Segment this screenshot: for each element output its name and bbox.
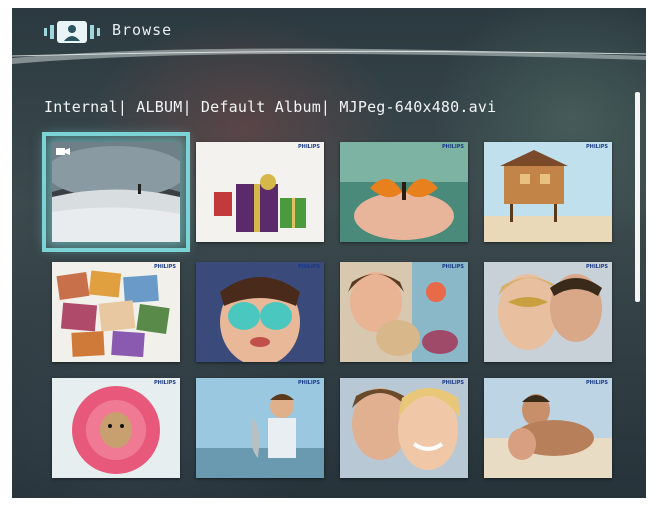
thumb-boy-fish[interactable]: PHILIPS bbox=[196, 378, 324, 478]
thumb-masquerade-couple[interactable]: PHILIPS bbox=[484, 262, 612, 362]
brand-label: PHILIPS bbox=[441, 264, 464, 270]
thumb-collage[interactable]: PHILIPS bbox=[52, 262, 180, 362]
brand-label: PHILIPS bbox=[153, 380, 176, 386]
header-title: Browse bbox=[112, 21, 173, 39]
thumb-butterfly-hand[interactable]: PHILIPS bbox=[340, 142, 468, 242]
thumb-smiling-couple[interactable]: PHILIPS bbox=[340, 378, 468, 478]
brand-label: PHILIPS bbox=[441, 380, 464, 386]
header-divider bbox=[12, 48, 646, 64]
thumb-snow-video[interactable] bbox=[42, 132, 190, 252]
thumb-beach-couple[interactable]: PHILIPS bbox=[484, 378, 612, 478]
video-icon bbox=[56, 148, 70, 155]
browse-screen: Browse Internal| ALBUM| Default Album| M… bbox=[12, 8, 646, 498]
scrollbar[interactable] bbox=[635, 92, 640, 302]
breadcrumb: Internal| ALBUM| Default Album| MJPeg-64… bbox=[44, 98, 497, 116]
thumb-woman-dog[interactable]: PHILIPS bbox=[340, 262, 468, 362]
brand-label: PHILIPS bbox=[297, 264, 320, 270]
brand-label: PHILIPS bbox=[585, 144, 608, 150]
thumb-gift[interactable]: PHILIPS bbox=[196, 142, 324, 242]
thumb-beach-house[interactable]: PHILIPS bbox=[484, 142, 612, 242]
thumb-child-paint[interactable]: PHILIPS bbox=[196, 262, 324, 362]
brand-label: PHILIPS bbox=[153, 264, 176, 270]
brand-label: PHILIPS bbox=[441, 144, 464, 150]
brand-label: PHILIPS bbox=[297, 380, 320, 386]
brand-label: PHILIPS bbox=[297, 144, 320, 150]
thumb-flower-dog[interactable]: PHILIPS bbox=[52, 378, 180, 478]
brand-label: PHILIPS bbox=[585, 264, 608, 270]
brand-label: PHILIPS bbox=[585, 380, 608, 386]
header-bar: Browse bbox=[12, 8, 646, 64]
